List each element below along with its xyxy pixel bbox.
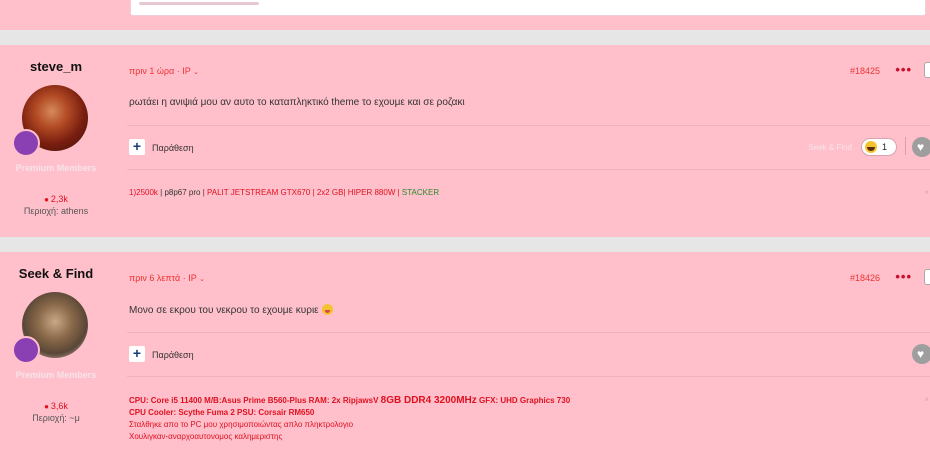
ip-link[interactable]: IP [188, 273, 196, 283]
post-meta: πριν 1 ώρα · IP ⌄ [129, 66, 199, 76]
heart-icon: ♥ [917, 140, 925, 154]
laugh-emoji-icon [865, 141, 877, 153]
author-panel: steve_m [0, 45, 112, 74]
like-heart-button[interactable]: ♥ [912, 137, 930, 157]
previous-post-remnant [0, 0, 930, 30]
author-location: Περιοχή: athens [23, 206, 89, 216]
post-content: Μονο σε εκρου του νεκρου το εχουμε κυριε [129, 304, 333, 316]
signature-line-1: CPU: Core i5 11400 M/B:Asus Prime B560-P… [129, 395, 571, 406]
author-name-link[interactable]: Seek & Find [0, 266, 112, 281]
multiquote-checkbox[interactable] [924, 269, 930, 285]
post-time-link[interactable]: πριν 1 ώρα [129, 66, 174, 76]
post-18426: Seek & Find Premium Members ● 3,6k Περιοχ… [0, 252, 930, 473]
signature-line-4: Χουλιγκαν-αναρχοαυτονομος καλημεριστης [129, 432, 283, 441]
quote-button[interactable]: + [129, 139, 145, 155]
post-meta: πριν 6 λεπτά · IP ⌄ [129, 273, 205, 283]
post-content: ρωτάει η ανιψιά μου αν αυτο το καταπληκτ… [129, 97, 465, 108]
close-icon[interactable]: × [924, 188, 929, 197]
member-group: Premium Members [15, 163, 97, 173]
post-number-link[interactable]: #18425 [850, 66, 880, 76]
author-panel: Seek & Find [0, 252, 112, 281]
reputation: ● 2,3k [44, 194, 68, 204]
signature-divider [127, 376, 930, 377]
quote-label[interactable]: Παράθεση [152, 350, 194, 360]
reputation-icon: ● [44, 402, 49, 411]
signature-line-3: Σταλθηκε απο το PC μου χρησιμοποιώντας α… [129, 420, 354, 429]
chevron-down-icon[interactable]: ⌄ [199, 276, 205, 283]
reaction-by-user[interactable]: Seek & Find [808, 143, 852, 152]
member-group: Premium Members [15, 370, 97, 380]
previous-post-content-box [130, 0, 926, 16]
quote-button[interactable]: + [129, 346, 145, 362]
more-options-icon[interactable]: ••• [895, 62, 912, 77]
like-heart-button[interactable]: ♥ [912, 344, 930, 364]
signature-divider [127, 169, 930, 170]
multiquote-checkbox[interactable] [924, 62, 930, 78]
tongue-emoji-icon [321, 304, 333, 315]
divider [127, 332, 930, 333]
rank-badge-icon [12, 129, 40, 157]
close-icon[interactable]: × [924, 395, 929, 404]
post-number-link[interactable]: #18426 [850, 273, 880, 283]
signature: CPU: Core i5 11400 M/B:Asus Prime B560-P… [129, 395, 570, 443]
quote-label[interactable]: Παράθεση [152, 143, 194, 153]
reaction-summary[interactable]: 1 [861, 138, 897, 156]
rank-badge-icon [12, 336, 40, 364]
more-options-icon[interactable]: ••• [895, 269, 912, 284]
ip-link[interactable]: IP [182, 66, 190, 76]
divider [127, 125, 930, 126]
signature: 1)2500k | p8p67 pro | PALIT JETSTREAM GT… [129, 188, 440, 197]
reputation: ● 3,6k [44, 401, 68, 411]
reputation-icon: ● [44, 195, 49, 204]
reaction-separator [905, 137, 906, 155]
author-name-link[interactable]: steve_m [0, 59, 112, 74]
chevron-down-icon[interactable]: ⌄ [193, 69, 199, 76]
author-location: Περιοχή: ~μ [32, 413, 80, 423]
heart-icon: ♥ [917, 347, 925, 361]
post-time-link[interactable]: πριν 6 λεπτά [129, 273, 180, 283]
signature-line-2: CPU Cooler: Scythe Fuma 2 PSU: Corsair R… [129, 408, 315, 417]
post-18425: steve_m Premium Members ● 2,3k Περιοχή: a… [0, 45, 930, 237]
